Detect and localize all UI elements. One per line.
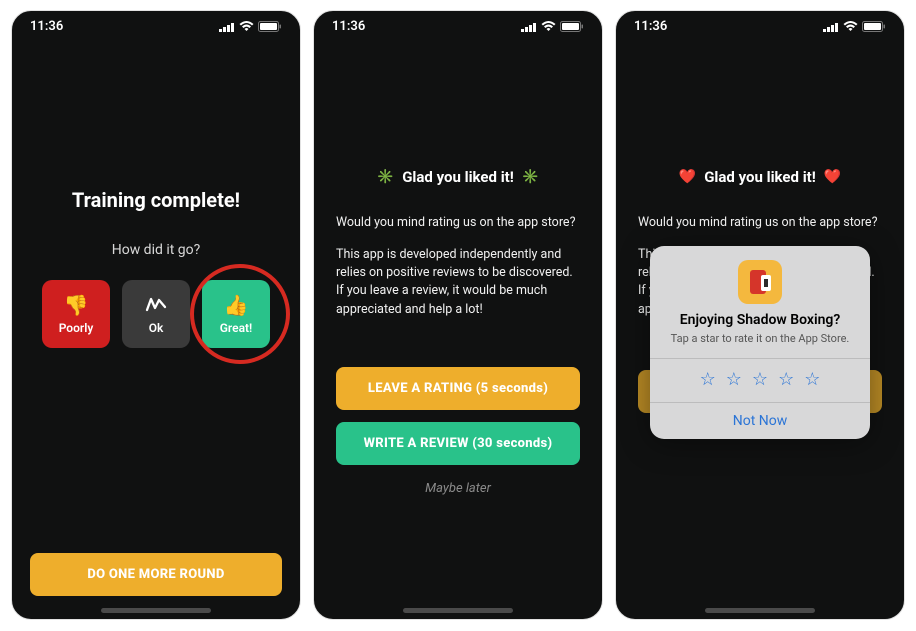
rate-ok-button[interactable]: Ok [122, 280, 190, 348]
signal-icon [521, 22, 537, 32]
status-time: 11:36 [30, 19, 63, 34]
rate-ok-label: Ok [149, 321, 164, 335]
status-icons [823, 21, 886, 32]
star-emoji-left: ✳️ [377, 169, 394, 185]
rate-poorly-label: Poorly [59, 321, 94, 335]
glad-header: ✳️ Glad you liked it! ✳️ [336, 168, 580, 186]
leave-rating-button[interactable]: LEAVE A RATING (5 seconds) [336, 367, 580, 410]
star-emoji-right: ✳️ [522, 169, 539, 185]
status-icons [219, 21, 282, 32]
glad-title: Glad you liked it! [402, 168, 514, 186]
wifi-icon [239, 21, 254, 32]
battery-icon [862, 21, 886, 32]
status-bar: 11:36 [314, 11, 602, 38]
modal-title: Enjoying Shadow Boxing? [650, 312, 870, 328]
star-row: ☆ ☆ ☆ ☆ ☆ [650, 358, 870, 402]
status-bar: 11:36 [12, 11, 300, 38]
modal-overlay: Enjoying Shadow Boxing? Tap a star to ra… [616, 66, 904, 619]
app-icon [738, 260, 782, 304]
status-bar: 11:36 [616, 11, 904, 38]
page-title: Training complete! [72, 188, 240, 212]
rate-body: This app is developed independently and … [336, 246, 580, 319]
one-more-round-button[interactable]: DO ONE MORE ROUND [30, 553, 282, 596]
battery-icon [258, 21, 282, 32]
maybe-later-link[interactable]: Maybe later [336, 481, 580, 496]
write-review-button[interactable]: WRITE A REVIEW (30 seconds) [336, 422, 580, 465]
home-indicator[interactable] [101, 608, 211, 613]
star-1-button[interactable]: ☆ [700, 369, 716, 390]
star-3-button[interactable]: ☆ [752, 369, 768, 390]
signal-icon [823, 22, 839, 32]
star-4-button[interactable]: ☆ [778, 369, 794, 390]
rating-modal: Enjoying Shadow Boxing? Tap a star to ra… [650, 246, 870, 439]
star-2-button[interactable]: ☆ [726, 369, 742, 390]
not-now-button[interactable]: Not Now [650, 402, 870, 439]
status-icons [521, 21, 584, 32]
thumb-down-icon: 👎 [64, 293, 89, 317]
wifi-icon [541, 21, 556, 32]
rate-great-button[interactable]: 👍 Great! [202, 280, 270, 348]
screen-native-rating-modal: 11:36 ❤️ Glad you liked it! ❤️ Would you… [615, 10, 905, 620]
rating-row: 👎 Poorly Ok 👍 Great! [42, 280, 270, 348]
rate-poorly-button[interactable]: 👎 Poorly [42, 280, 110, 348]
wifi-icon [843, 21, 858, 32]
screen-rate-prompt: 11:36 ✳️ Glad you liked it! ✳️ Would you… [313, 10, 603, 620]
rate-great-label: Great! [220, 321, 253, 335]
star-5-button[interactable]: ☆ [804, 369, 820, 390]
modal-subtitle: Tap a star to rate it on the App Store. [650, 328, 870, 358]
screen-training-complete: 11:36 Training complete! How did it go? … [11, 10, 301, 620]
thumb-up-icon: 👍 [224, 293, 249, 317]
rate-question: Would you mind rating us on the app stor… [336, 214, 580, 232]
status-time: 11:36 [634, 19, 667, 34]
status-time: 11:36 [332, 19, 365, 34]
signal-icon [219, 22, 235, 32]
squiggle-icon [145, 293, 167, 317]
home-indicator[interactable] [403, 608, 513, 613]
page-subtitle: How did it go? [112, 242, 201, 258]
battery-icon [560, 21, 584, 32]
